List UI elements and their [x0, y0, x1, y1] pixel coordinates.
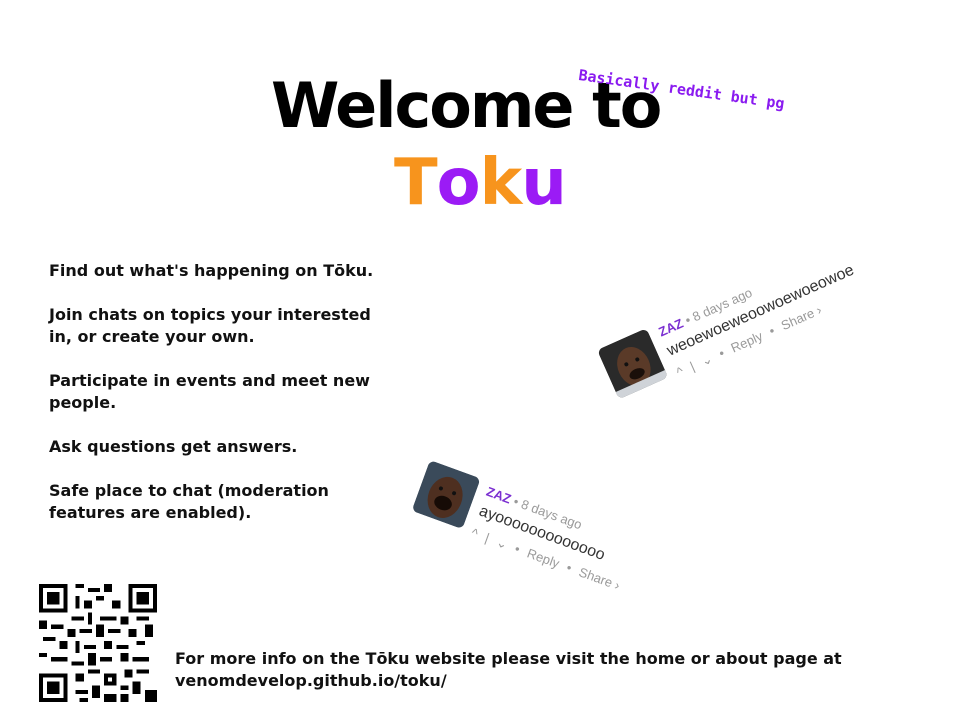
footer-line: For more info on the Tōku website please…: [175, 649, 842, 668]
reply-button[interactable]: Reply: [525, 545, 561, 570]
feature-item: Ask questions get answers.: [49, 437, 298, 456]
share-button[interactable]: Share ›: [577, 564, 622, 593]
bullet-separator: •: [512, 540, 523, 557]
bullet-separator: •: [564, 559, 574, 576]
upvote-icon[interactable]: ^: [469, 525, 480, 541]
feature-item: Participate in events and meet new peopl…: [49, 371, 370, 412]
website-link[interactable]: venomdevelop.github.io/toku/: [175, 670, 842, 692]
downvote-icon[interactable]: ⌄: [494, 534, 509, 552]
brand-letter: T: [394, 146, 438, 220]
downvote-icon[interactable]: ⌄: [699, 351, 715, 369]
brand-name: Toku: [394, 143, 567, 223]
vote-divider: |: [483, 530, 492, 546]
avatar: [597, 328, 669, 400]
bullet-separator: •: [766, 322, 778, 339]
comment-author[interactable]: ZAZ: [484, 484, 513, 507]
feature-item: Join chats on topics your interested in,…: [49, 305, 371, 346]
feature-item: Find out what's happening on Tōku.: [49, 261, 374, 280]
avatar: [411, 460, 481, 530]
brand-letter: o: [436, 146, 481, 220]
footer-info: For more info on the Tōku website please…: [175, 648, 842, 692]
feature-list: Find out what's happening on Tōku. Join …: [49, 260, 389, 546]
upvote-icon[interactable]: ^: [674, 364, 686, 380]
bullet-separator: •: [716, 345, 727, 361]
feature-item: Safe place to chat (moderation features …: [49, 481, 329, 522]
brand-letter: u: [521, 146, 567, 220]
qr-code-icon[interactable]: [39, 584, 157, 702]
vote-divider: |: [687, 358, 697, 374]
brand-letter: k: [479, 146, 523, 220]
